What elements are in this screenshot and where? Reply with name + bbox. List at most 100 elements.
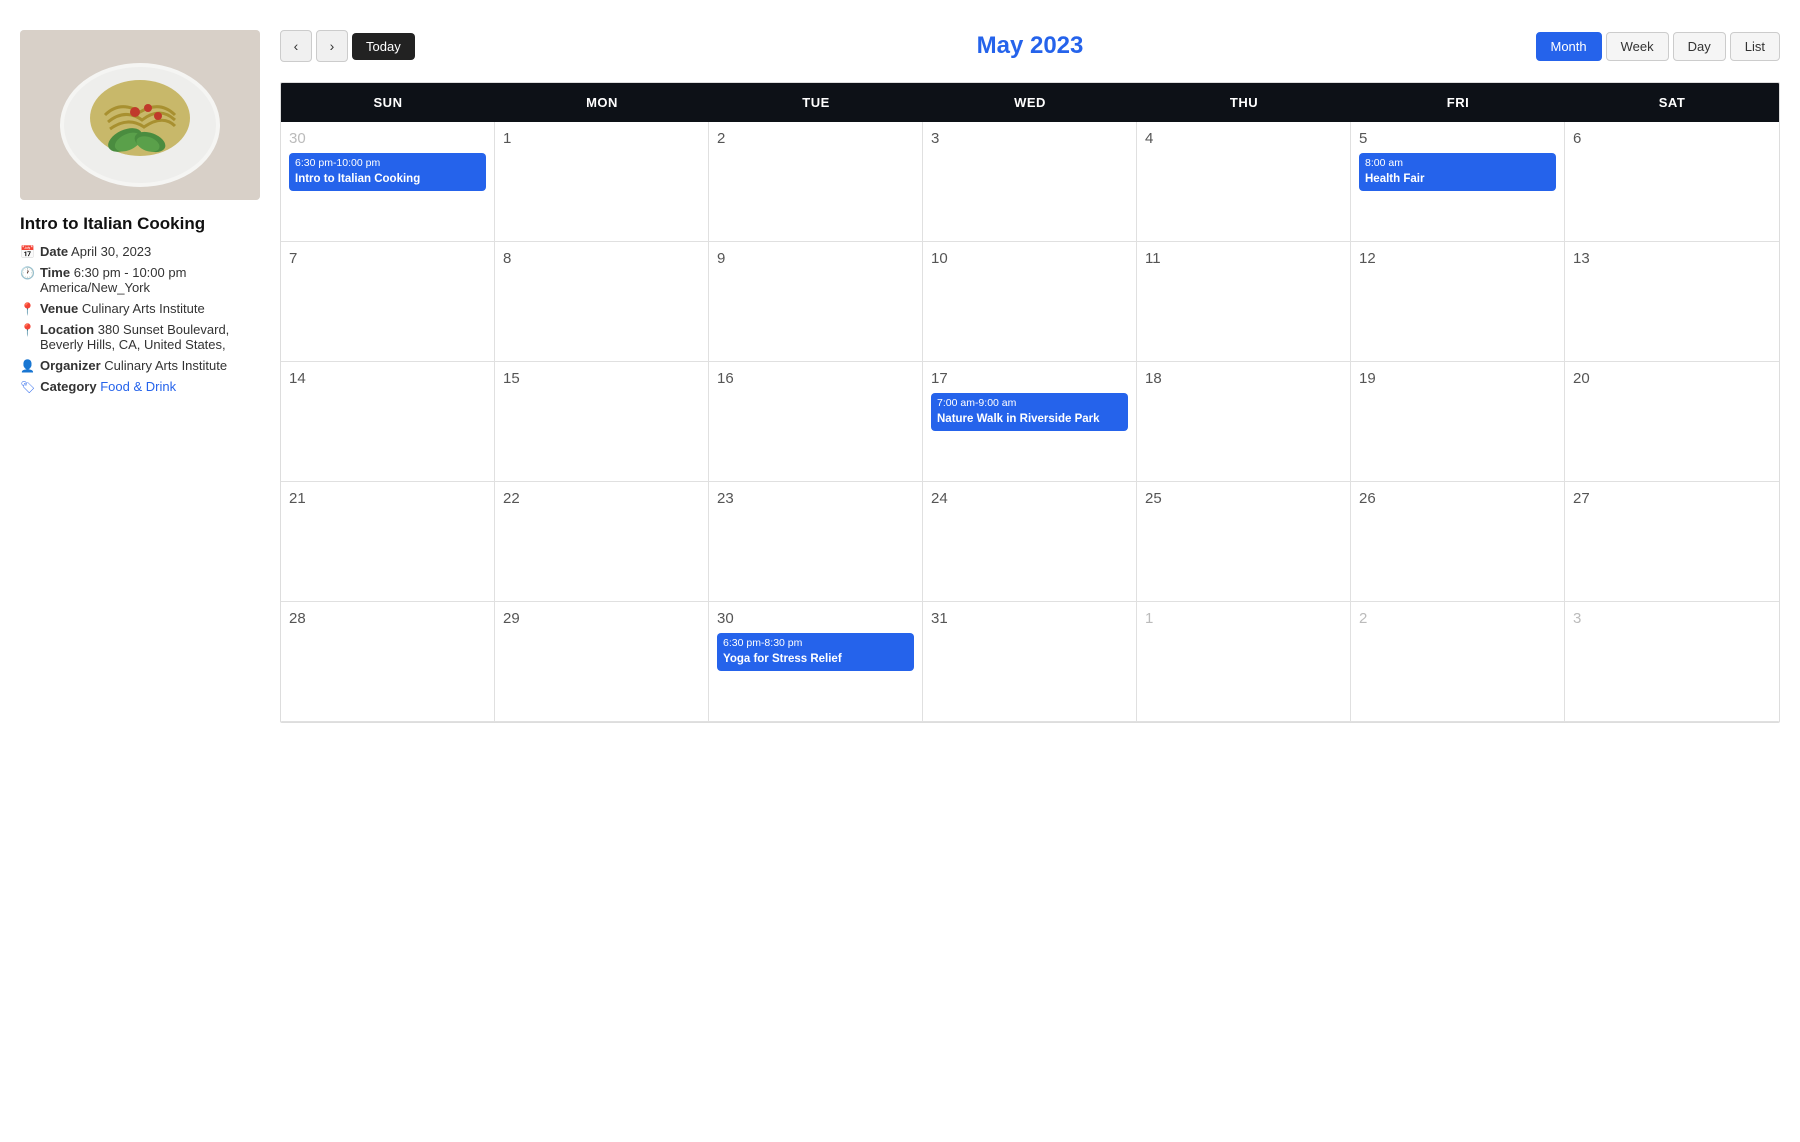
- calendar-day[interactable]: 10: [923, 242, 1137, 362]
- day-number: 20: [1573, 370, 1771, 387]
- prev-button[interactable]: ‹: [280, 30, 312, 62]
- calendar-day[interactable]: 12: [1351, 242, 1565, 362]
- event-details: 📅 Date April 30, 2023 🕐 Time 6:30 pm - 1…: [20, 244, 260, 394]
- day-number: 7: [289, 250, 486, 267]
- day-number: 22: [503, 490, 700, 507]
- calendar-day[interactable]: 29: [495, 602, 709, 722]
- organizer-label: Organizer: [40, 358, 101, 373]
- calendar-day[interactable]: 1: [1137, 602, 1351, 722]
- calendar-day[interactable]: 17 7:00 am-9:00 amNature Walk in Riversid…: [923, 362, 1137, 482]
- weekday-sun: SUN: [281, 83, 495, 122]
- event-item[interactable]: 7:00 am-9:00 amNature Walk in Riverside …: [931, 393, 1128, 431]
- event-item[interactable]: 8:00 amHealth Fair: [1359, 153, 1556, 191]
- event-time: 6:30 pm-8:30 pm: [723, 637, 908, 651]
- calendar-day[interactable]: 19: [1351, 362, 1565, 482]
- calendar-day[interactable]: 3: [1565, 602, 1779, 722]
- calendar-day[interactable]: 3: [923, 122, 1137, 242]
- day-number: 16: [717, 370, 914, 387]
- time-value: 6:30 pm - 10:00 pm: [74, 265, 187, 280]
- event-item[interactable]: 6:30 pm-10:00 pmIntro to Italian Cooking: [289, 153, 486, 191]
- day-number: 30: [289, 130, 486, 147]
- calendar-day[interactable]: 14: [281, 362, 495, 482]
- day-number: 28: [289, 610, 486, 627]
- calendar-day[interactable]: 16: [709, 362, 923, 482]
- view-day-button[interactable]: Day: [1673, 32, 1726, 61]
- calendar-icon: 📅: [20, 245, 35, 259]
- calendar-day[interactable]: 9: [709, 242, 923, 362]
- next-button[interactable]: ›: [316, 30, 348, 62]
- nav-buttons: ‹ › Today: [280, 30, 415, 62]
- calendar-day[interactable]: 1: [495, 122, 709, 242]
- day-number: 31: [931, 610, 1128, 627]
- day-number: 26: [1359, 490, 1556, 507]
- calendar-day[interactable]: 22: [495, 482, 709, 602]
- calendar-day[interactable]: 15: [495, 362, 709, 482]
- day-number: 18: [1145, 370, 1342, 387]
- calendar-day[interactable]: 28: [281, 602, 495, 722]
- calendar-day[interactable]: 18: [1137, 362, 1351, 482]
- event-name: Health Fair: [1365, 172, 1550, 187]
- day-number: 19: [1359, 370, 1556, 387]
- day-number: 3: [931, 130, 1128, 147]
- today-button[interactable]: Today: [352, 33, 415, 60]
- calendar-day[interactable]: 27: [1565, 482, 1779, 602]
- location-row: 📍 Location 380 Sunset Boulevard, Beverly…: [20, 322, 260, 352]
- calendar-day[interactable]: 31: [923, 602, 1137, 722]
- category-value[interactable]: Food & Drink: [100, 379, 176, 394]
- day-number: 10: [931, 250, 1128, 267]
- view-buttons: Month Week Day List: [1536, 32, 1781, 61]
- weekday-fri: FRI: [1351, 83, 1565, 122]
- day-number: 29: [503, 610, 700, 627]
- location-label: Location: [40, 322, 94, 337]
- event-sidebar: Intro to Italian Cooking 📅 Date April 30…: [20, 30, 260, 1112]
- timezone-value: America/New_York: [40, 280, 150, 295]
- view-month-button[interactable]: Month: [1536, 32, 1602, 61]
- calendar-day[interactable]: 8: [495, 242, 709, 362]
- calendar-day[interactable]: 26: [1351, 482, 1565, 602]
- event-name: Intro to Italian Cooking: [295, 172, 480, 187]
- calendar-day[interactable]: 11: [1137, 242, 1351, 362]
- category-icon: 🏷: [20, 380, 35, 394]
- calendar-day[interactable]: 23: [709, 482, 923, 602]
- calendar-day[interactable]: 7: [281, 242, 495, 362]
- venue-label: Venue: [40, 301, 78, 316]
- calendar-day[interactable]: 30 6:30 pm-8:30 pmYoga for Stress Relief: [709, 602, 923, 722]
- calendar-day[interactable]: 2: [1351, 602, 1565, 722]
- calendar-day[interactable]: 2: [709, 122, 923, 242]
- weekday-thu: THU: [1137, 83, 1351, 122]
- event-name: Nature Walk in Riverside Park: [937, 412, 1122, 427]
- calendar-day[interactable]: 21: [281, 482, 495, 602]
- day-number: 4: [1145, 130, 1342, 147]
- weekday-mon: MON: [495, 83, 709, 122]
- date-row: 📅 Date April 30, 2023: [20, 244, 260, 259]
- venue-value: Culinary Arts Institute: [82, 301, 205, 316]
- calendar-day[interactable]: 4: [1137, 122, 1351, 242]
- calendar-day[interactable]: 20: [1565, 362, 1779, 482]
- day-number: 14: [289, 370, 486, 387]
- event-image: [20, 30, 260, 200]
- day-number: 8: [503, 250, 700, 267]
- day-number: 24: [931, 490, 1128, 507]
- day-number: 3: [1573, 610, 1771, 627]
- view-week-button[interactable]: Week: [1606, 32, 1669, 61]
- calendar-day[interactable]: 13: [1565, 242, 1779, 362]
- day-number: 30: [717, 610, 914, 627]
- time-label: Time: [40, 265, 70, 280]
- venue-icon: 📍: [20, 302, 35, 316]
- day-number: 1: [1145, 610, 1342, 627]
- day-number: 25: [1145, 490, 1342, 507]
- calendar-day[interactable]: 25: [1137, 482, 1351, 602]
- venue-row: 📍 Venue Culinary Arts Institute: [20, 301, 260, 316]
- day-number: 17: [931, 370, 1128, 387]
- calendar-day[interactable]: 58:00 amHealth Fair: [1351, 122, 1565, 242]
- calendar-weekdays: SUN MON TUE WED THU FRI SAT: [281, 83, 1779, 122]
- calendar-section: ‹ › Today May 2023 Month Week Day List S…: [280, 30, 1780, 1112]
- calendar-day[interactable]: 30 6:30 pm-10:00 pmIntro to Italian Cooki…: [281, 122, 495, 242]
- view-list-button[interactable]: List: [1730, 32, 1780, 61]
- calendar-day[interactable]: 24: [923, 482, 1137, 602]
- event-item[interactable]: 6:30 pm-8:30 pmYoga for Stress Relief: [717, 633, 914, 671]
- day-number: 1: [503, 130, 700, 147]
- calendar-day[interactable]: 6: [1565, 122, 1779, 242]
- calendar-body: 30 6:30 pm-10:00 pmIntro to Italian Cooki…: [281, 122, 1779, 722]
- day-number: 27: [1573, 490, 1771, 507]
